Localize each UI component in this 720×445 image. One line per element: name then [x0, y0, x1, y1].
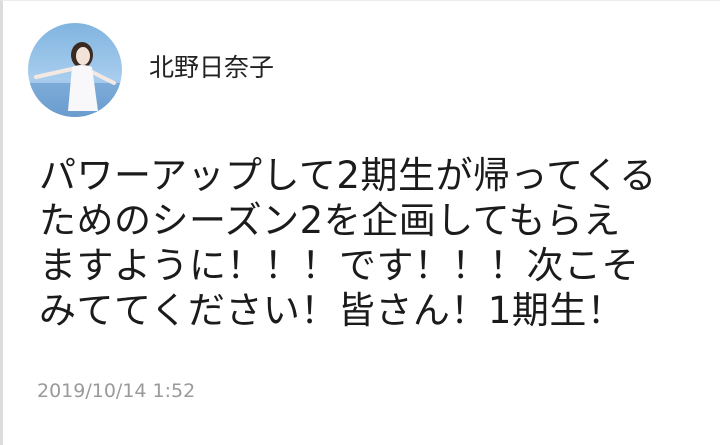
post-text-line: パワーアップして2期生が帰ってくる [39, 154, 657, 197]
post-text-line: ためのシーズン2を企画してもらえ [39, 199, 621, 242]
post-text-line: みててください！皆さん！1期生！ [39, 289, 625, 332]
post-timestamp[interactable]: 2019/10/14 1:52 [37, 379, 195, 403]
user-name[interactable]: 北野日奈子 [149, 53, 274, 83]
post-card: 北野日奈子 パワーアップして2期生が帰ってくる ためのシーズン2を企画してもらえ… [0, 0, 720, 445]
profile-photo-icon [28, 23, 122, 117]
post-text: パワーアップして2期生が帰ってくる ためのシーズン2を企画してもらえ ますように… [39, 153, 709, 333]
post-text-line: ますように！！！です！！！次こそ [39, 244, 639, 287]
avatar[interactable] [28, 23, 122, 117]
